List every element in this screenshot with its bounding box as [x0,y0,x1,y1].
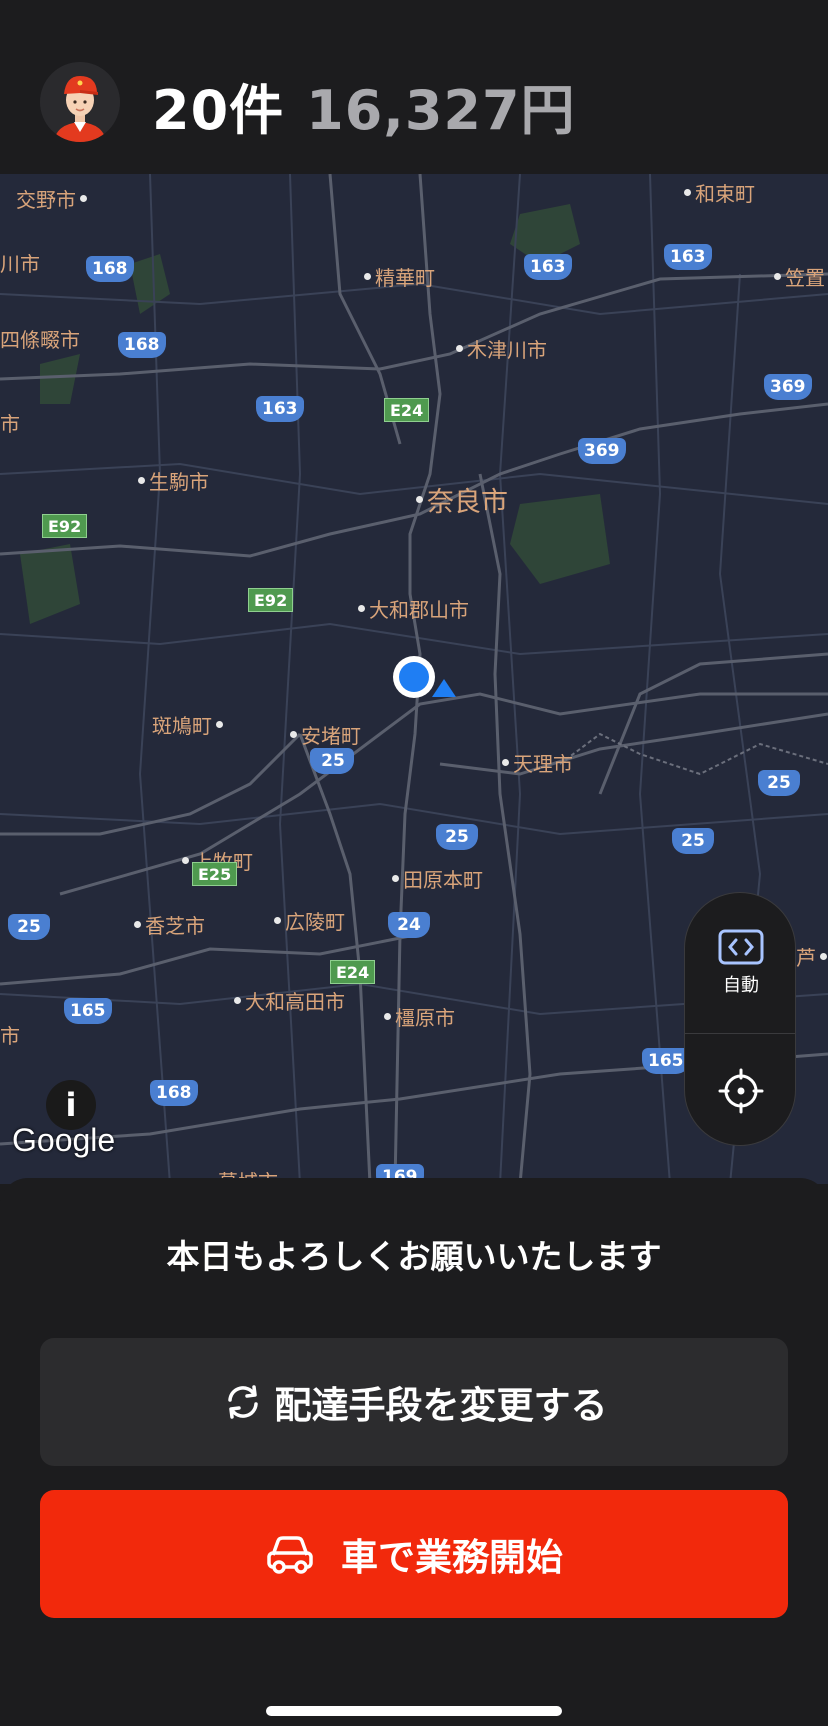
start-work-by-car-button[interactable]: 車で業務開始 [40,1490,788,1618]
google-logo: Google [12,1122,116,1158]
auto-mode-icon [718,929,764,965]
map-label-kawa: 川市 [0,252,40,276]
expressway-shield: E24 [384,398,430,422]
start-work-label: 車で業務開始 [341,1536,563,1579]
route-shield-25: 25 [758,770,800,796]
map-label-katano: 交野市 [16,184,87,213]
route-shield: 163 [256,396,304,422]
earnings-summary: 20件 16,327円 [152,70,576,142]
route-shield: 369 [764,374,812,400]
route-shield-165: 165 [642,1048,690,1074]
route-shield-25: 25 [672,828,714,854]
expressway-shield: E24 [330,960,376,984]
route-shield: 168 [86,256,134,282]
delivery-count: 20件 [152,78,285,142]
map-label-edge-city: 市 [0,412,20,436]
current-location-marker [393,656,435,698]
heading-arrow-icon [432,679,456,697]
map-controls: 自動 [684,892,796,1146]
route-shield-25: 25 [312,748,354,774]
route-shield: 369 [578,438,626,464]
refresh-icon [227,1385,258,1419]
map-label-kasagi: 笠置 [774,262,825,291]
greeting-text: 本日もよろしくお願いいたします [166,1237,662,1276]
map-label-kashiba: 香芝市 [134,910,205,939]
expressway-shield: E92 [42,514,88,538]
recenter-button[interactable] [685,1034,795,1145]
map-label-kashihara: 橿原市 [384,1002,455,1031]
map-label-shijonawate: 四條畷市 [0,328,80,352]
bottom-sheet: 本日もよろしくお願いいたします 配達手段を変更する 車で業務開始 [0,1178,828,1726]
car-icon [267,1536,313,1574]
header-bar: 20件 16,327円 [0,0,828,174]
change-delivery-method-button[interactable]: 配達手段を変更する [40,1338,788,1466]
map-label-nara: 奈良市 [416,480,508,519]
map-label-tawaramoto: 田原本町 [392,864,483,893]
auto-mode-label: 自動 [723,975,759,996]
route-shield-168: 168 [150,1080,198,1106]
avatar[interactable] [40,62,120,142]
expressway-shield: E25 [192,862,238,886]
map-label-wazuka: 和束町 [684,178,755,207]
home-indicator[interactable] [266,1706,562,1716]
map-label-ikoma: 生駒市 [138,466,209,495]
route-shield-25: 25 [8,914,50,940]
route-shield: 163 [664,244,712,270]
map-label-ando: 安堵町 [290,720,361,749]
auto-mode-button[interactable]: 自動 [685,893,795,1033]
map-label-edge-city-2: 市 [0,1024,20,1048]
map-label-seika: 精華町 [364,262,435,291]
route-shield-165: 165 [64,998,112,1024]
route-shield: 168 [118,332,166,358]
map-label-koryo: 広陵町 [274,906,345,935]
earnings-amount: 16,327円 [306,78,576,142]
map-label-yamatotakada: 大和高田市 [234,986,345,1015]
change-delivery-method-label: 配達手段を変更する [274,1384,608,1427]
route-shield-24: 24 [388,912,430,938]
map-label-ikaruga: 斑鳩町 [152,710,223,739]
map-label-yamatokoriyama: 大和郡山市 [358,594,469,623]
crosshair-icon [718,1068,764,1113]
map-label-edge-right: 芦 [796,942,827,971]
route-shield-25: 25 [436,824,478,850]
route-shield: 163 [524,254,572,280]
map-label-tenri: 天理市 [502,748,573,777]
expressway-shield: E92 [248,588,294,612]
map-label-kizugawa: 木津川市 [456,334,547,363]
